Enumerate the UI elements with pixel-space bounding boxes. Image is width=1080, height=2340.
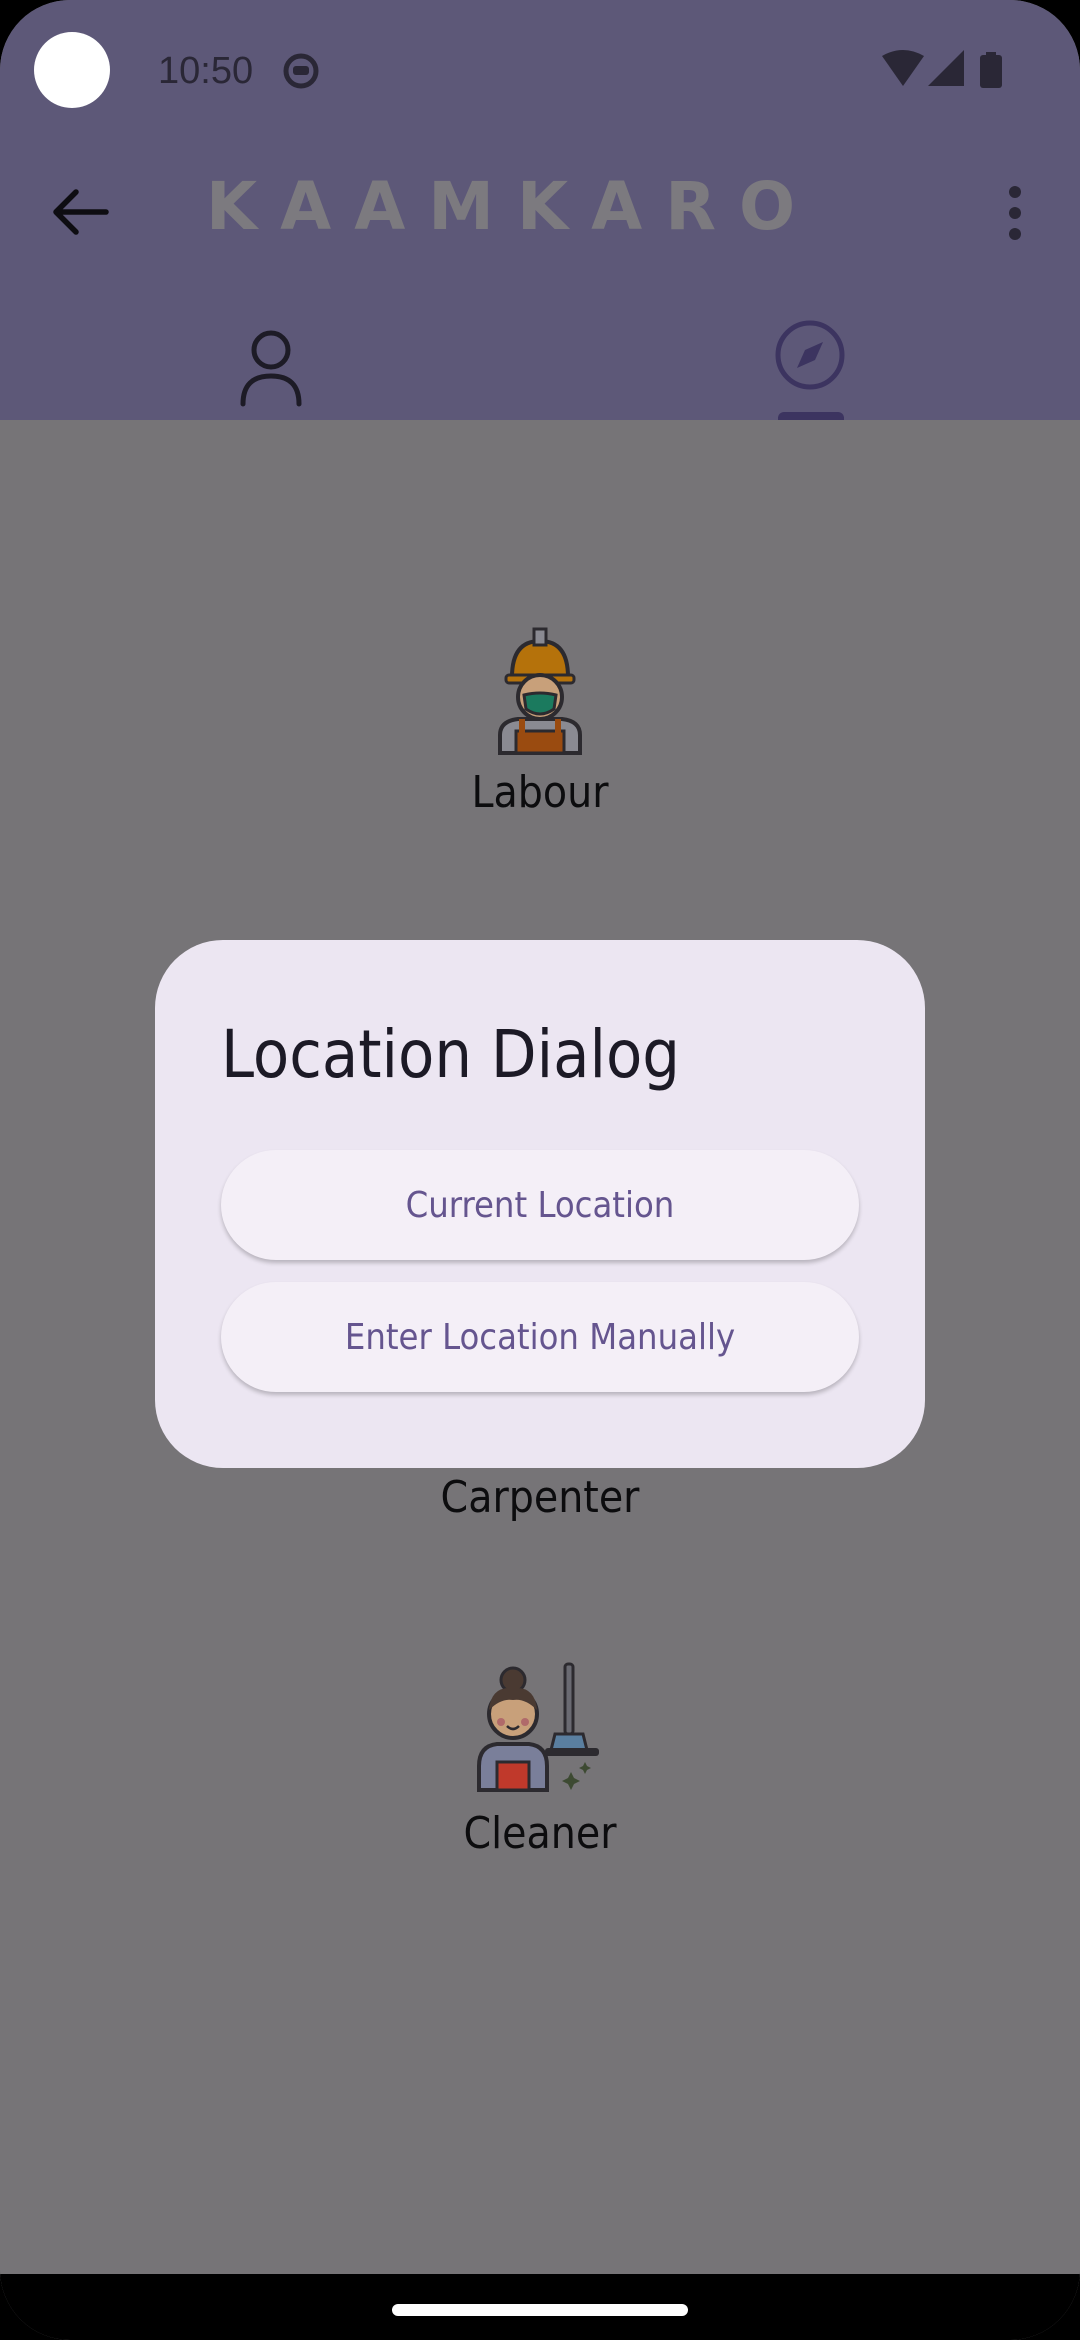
device-screen: 10:50 KAAMKARO Labour Carpenter Cleaner … [0,0,1080,2340]
location-dialog: Location Dialog Current Location Enter L… [155,940,925,1468]
app-title: KAAMKARO [206,168,819,245]
service-cleaner[interactable]: Cleaner [0,1662,1080,1859]
app-bar: 10:50 KAAMKARO [0,0,1080,424]
wifi-icon [882,50,924,86]
tab-profile[interactable] [226,320,316,410]
back-arrow-icon[interactable] [40,172,120,252]
service-labour[interactable]: Labour [0,625,1080,818]
service-carpenter[interactable]: Carpenter [0,1472,1080,1523]
camera-cutout [34,32,110,108]
cellular-signal-icon [928,50,964,86]
labour-worker-icon [498,627,582,755]
status-bar: 10:50 [0,0,1080,142]
current-location-button[interactable]: Current Location [221,1150,859,1260]
service-label: Labour [471,767,609,818]
tab-explore[interactable] [765,310,855,400]
dialog-title: Location Dialog [221,1016,680,1093]
service-label: Cleaner [463,1808,617,1859]
overflow-menu-icon[interactable] [990,178,1040,248]
enter-location-manually-button[interactable]: Enter Location Manually [221,1282,859,1392]
battery-icon [980,52,1002,88]
service-label: Carpenter [440,1472,640,1523]
home-gesture-handle[interactable] [392,2304,688,2316]
cleaner-icon [477,1662,599,1792]
status-time: 10:50 [158,50,254,92]
notification-icon [283,53,319,89]
